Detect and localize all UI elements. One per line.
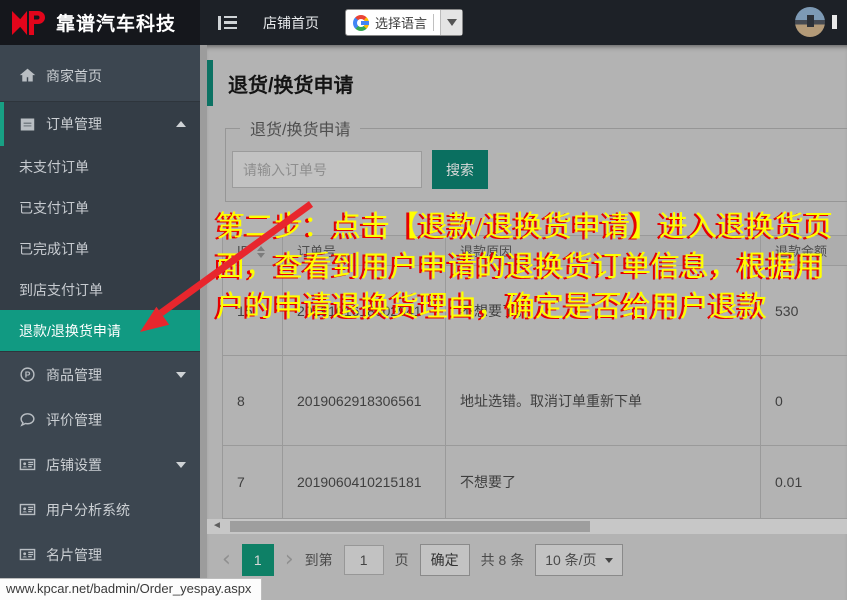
sidebar-item-business-card-management[interactable]: 名片管理 (0, 532, 200, 577)
cell-reason: 不想要了 (445, 445, 761, 519)
cell-id: 8 (222, 355, 283, 446)
table-row[interactable]: 15 2019101618002941 不想要了。 530 (222, 265, 847, 356)
page-title: 退货/换货申请 (228, 74, 354, 97)
horizontal-scrollbar[interactable]: ◄ (207, 519, 847, 534)
column-header-reason: 退款原因 (445, 235, 761, 266)
goto-label: 到第 (304, 552, 333, 568)
confirm-button[interactable]: 确定 (419, 544, 470, 576)
google-translate-icon (353, 14, 369, 31)
sidebar-item-label: 评价管理 (46, 411, 102, 428)
cell-order-no: 2019062918306561 (282, 355, 446, 446)
sidebar-item-label: 已支付订单 (19, 199, 89, 216)
status-bar-url: www.kpcar.net/badmin/Order_yespay.aspx (0, 578, 263, 600)
chevron-down-icon (176, 461, 186, 468)
orders-icon (19, 116, 36, 133)
goto-page-input[interactable] (343, 545, 384, 575)
brand-name: 靠谱汽车科技 (56, 14, 177, 35)
sidebar-item-label: 用户分析系统 (46, 501, 130, 518)
sidebar-item-product-management[interactable]: P 商品管理 (0, 352, 200, 397)
brand-logo[interactable]: 靠谱汽车科技 (0, 0, 200, 45)
sidebar-item-paid-orders[interactable]: 已支付订单 (0, 187, 200, 228)
sidebar-item-review-management[interactable]: 评价管理 (0, 397, 200, 442)
svg-text:P: P (25, 370, 31, 380)
comment-icon (19, 411, 36, 428)
cell-reason: 不想要了。 (445, 265, 761, 356)
sidebar-item-label: 未支付订单 (19, 158, 89, 175)
sidebar-item-label: 到店支付订单 (19, 281, 103, 298)
order-number-input[interactable] (232, 151, 422, 188)
cell-amount: 530 (760, 265, 847, 356)
divider (433, 14, 435, 31)
username-clipped (832, 15, 837, 29)
language-select-label: 选择语言 (375, 16, 428, 31)
shop-home-link[interactable]: 店铺首页 (263, 13, 319, 33)
current-page-button[interactable]: 1 (241, 544, 274, 576)
home-icon (19, 67, 36, 84)
sidebar-item-shop-settings[interactable]: 店铺设置 (0, 442, 200, 487)
table-row[interactable]: 7 2019060410215181 不想要了 0.01 (222, 445, 847, 519)
search-panel-legend: 退货/换货申请 (250, 122, 351, 139)
sidebar-item-pay-in-store-orders[interactable]: 到店支付订单 (0, 269, 200, 310)
per-page-value: 10 条/页 (545, 552, 597, 568)
prev-page-button[interactable]: ‹ (222, 549, 231, 571)
content-scrollbar-strip[interactable] (200, 45, 207, 600)
id-card-icon (19, 501, 36, 518)
cell-id: 15 (222, 265, 283, 356)
user-menu[interactable] (795, 7, 837, 37)
sidebar-group-orders: 订单管理 未支付订单 已支付订单 已完成订单 到店支付订单 退款/退换货申请 (0, 101, 200, 352)
page-title-bar: 退货/换货申请 (207, 60, 847, 106)
cell-amount: 0.01 (760, 445, 847, 519)
sidebar-item-unpaid-orders[interactable]: 未支付订单 (0, 146, 200, 187)
scrollbar-thumb[interactable] (230, 521, 590, 532)
cell-reason: 地址选错。取消订单重新下单 (445, 355, 761, 446)
chevron-down-icon (604, 557, 613, 563)
column-header-amount: 退款金额 (760, 235, 847, 266)
scroll-left-icon[interactable]: ◄ (212, 520, 222, 531)
per-page-select[interactable]: 10 条/页 (535, 544, 623, 576)
top-nav: 店铺首页 选择语言 (200, 0, 847, 45)
table-row[interactable]: 8 2019062918306561 地址选错。取消订单重新下单 0 (222, 355, 847, 446)
id-card-icon (19, 456, 36, 473)
top-header: 靠谱汽车科技 店铺首页 选择语言 (0, 0, 847, 45)
total-count-label: 共 8 条 (480, 552, 525, 568)
kp-logo-icon (12, 10, 48, 36)
page-unit-label: 页 (394, 552, 409, 568)
column-header-id[interactable]: ID (222, 235, 283, 266)
sidebar-item-refund-requests[interactable]: 退款/退换货申请 (0, 310, 200, 351)
product-icon: P (19, 366, 36, 383)
sort-icon[interactable] (257, 245, 265, 258)
chevron-up-icon (176, 121, 186, 127)
language-select[interactable]: 选择语言 (345, 9, 464, 36)
sidebar-item-label: 店铺设置 (46, 456, 102, 473)
sidebar-toggle-icon[interactable] (218, 15, 237, 30)
chevron-down-icon (446, 19, 457, 26)
sidebar-item-label: 退款/退换货申请 (19, 322, 121, 339)
sidebar-item-user-analytics[interactable]: 用户分析系统 (0, 487, 200, 532)
cell-order-no: 2019060410215181 (282, 445, 446, 519)
sidebar-item-label: 订单管理 (46, 116, 102, 132)
search-panel: 退货/换货申请 搜索 (225, 116, 847, 202)
search-button[interactable]: 搜索 (432, 150, 488, 189)
sidebar-item-order-management[interactable]: 订单管理 (0, 102, 200, 146)
next-page-button[interactable]: › (285, 549, 294, 571)
sidebar-item-completed-orders[interactable]: 已完成订单 (0, 228, 200, 269)
main-content: 退货/换货申请 退货/换货申请 搜索 ID 订单号 退款原因 退款金额 15 2… (207, 45, 847, 600)
avatar[interactable] (795, 7, 825, 37)
id-card-icon (19, 546, 36, 563)
refund-table: ID 订单号 退款原因 退款金额 15 2019101618002941 不想要… (222, 235, 847, 519)
column-header-order-no: 订单号 (282, 235, 446, 266)
pagination: ‹ 1 › 到第 页 确定 共 8 条 10 条/页 (222, 543, 847, 577)
sidebar-item-label: 名片管理 (46, 546, 102, 563)
sidebar: 商家首页 订单管理 未支付订单 已支付订单 已完成订单 到店支付订单 退款/退换… (0, 45, 200, 600)
sidebar-item-label: 已完成订单 (19, 240, 89, 257)
sidebar-item-merchant-home[interactable]: 商家首页 (0, 53, 200, 98)
cell-amount: 0 (760, 355, 847, 446)
language-caret-button[interactable] (440, 10, 463, 35)
table-header-row: ID 订单号 退款原因 退款金额 (222, 235, 847, 266)
cell-id: 7 (222, 445, 283, 519)
sidebar-item-label: 商家首页 (46, 67, 102, 84)
chevron-down-icon (176, 371, 186, 378)
cell-order-no: 2019101618002941 (282, 265, 446, 356)
sidebar-item-label: 商品管理 (46, 366, 102, 383)
